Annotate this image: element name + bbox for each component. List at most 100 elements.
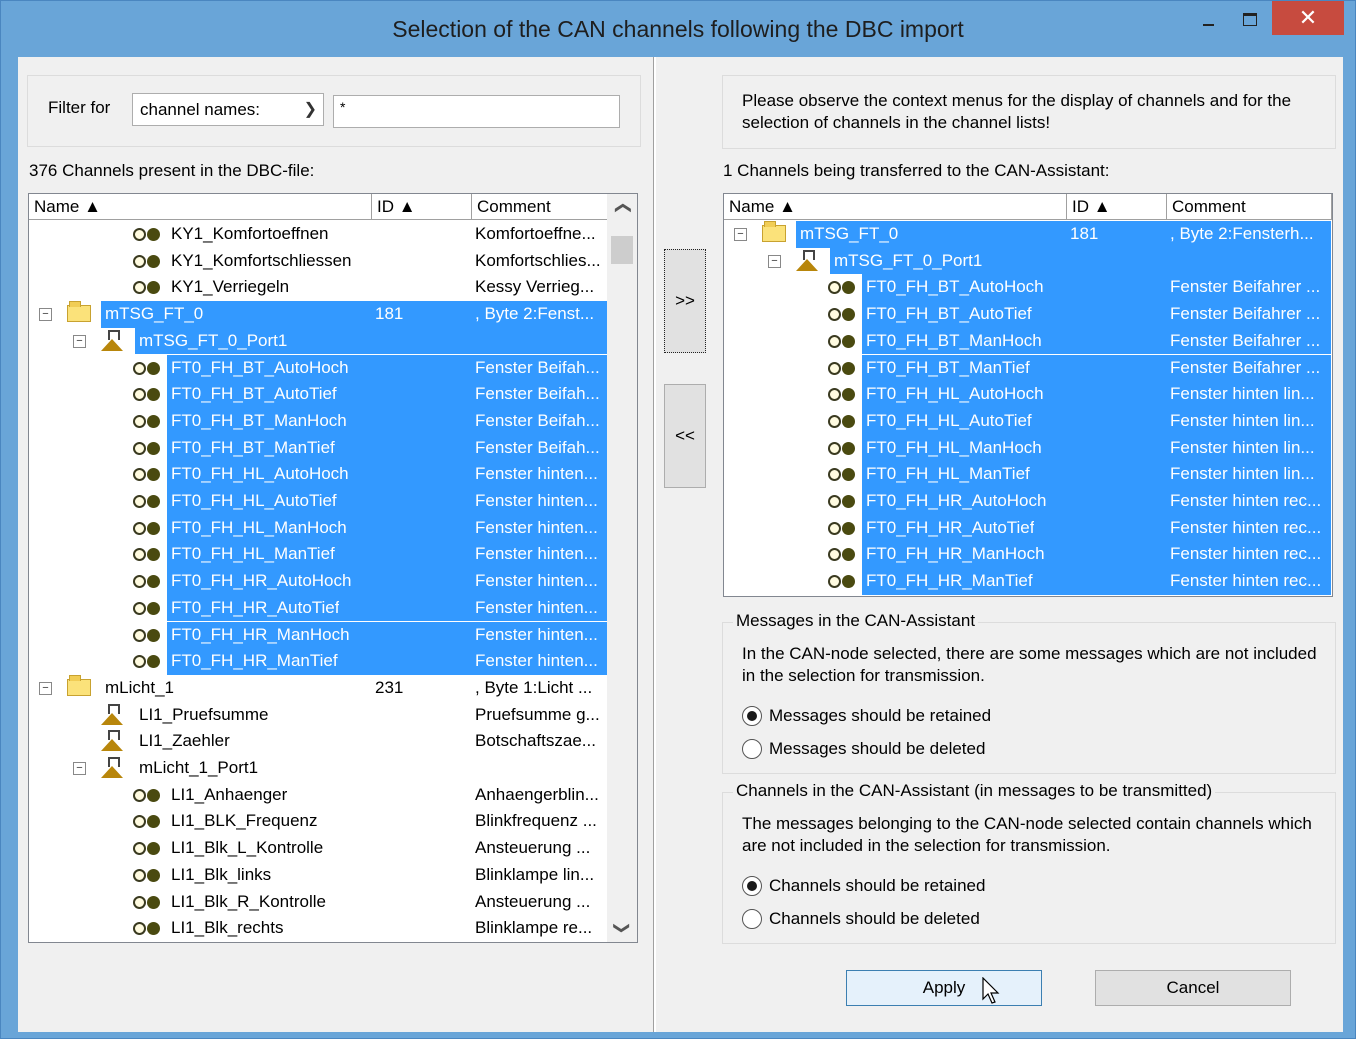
tree-port-row[interactable]: − mTSG_FT_0_Port1 (724, 247, 1331, 275)
tree-message-row[interactable]: − mTSG_FT_0 181 , Byte 2:Fensterh... (724, 221, 1331, 248)
filter-label: Filter for (48, 98, 111, 117)
tree-port-row[interactable]: − mLicht_1_Port1 (29, 755, 607, 782)
messages-retain-radio[interactable] (742, 706, 762, 726)
column-header-id[interactable]: ID ▲ (372, 194, 472, 220)
row-name: FT0_FH_HR_AutoTief (866, 517, 1035, 537)
tree-channel-row[interactable]: FT0_FH_HR_AutoTief Fenster hinten... (29, 594, 608, 622)
scroll-up-icon[interactable]: ❯ (612, 194, 632, 223)
tree-channel-row[interactable]: FT0_FH_BT_AutoTief Fenster Beifahrer ... (724, 301, 1331, 328)
tree-channel-row[interactable]: FT0_FH_HR_AutoHoch Fenster hinten... (29, 568, 608, 595)
column-header-name[interactable]: Name ▲ (29, 194, 372, 220)
tree-channel-row[interactable]: FT0_FH_HL_ManTief Fenster hinten... (29, 541, 608, 569)
channel-signal-icon (828, 388, 855, 402)
channel-signal-icon (828, 441, 855, 456)
tree-channel-row[interactable]: FT0_FH_BT_ManTief Fenster Beifah... (29, 434, 608, 462)
tree-channel-row[interactable]: FT0_FH_BT_AutoHoch Fenster Beifah... (29, 354, 608, 382)
left-list-scrollbar[interactable]: ❯ ❯ (607, 194, 637, 942)
channels-retain-label[interactable]: Channels should be retained (769, 876, 985, 896)
row-name: LI1_Blk_rechts (171, 918, 284, 938)
channel-signal-icon (133, 468, 160, 482)
messages-group: Messages in the CAN-Assistant In the CAN… (722, 611, 1336, 774)
filter-type-combo[interactable]: channel names: ❯ (132, 93, 324, 126)
messages-delete-label[interactable]: Messages should be deleted (769, 739, 985, 759)
tree-channel-row[interactable]: FT0_FH_BT_ManHoch Fenster Beifahrer ... (724, 327, 1331, 355)
tree-port-row[interactable]: LI1_Pruefsumme Pruefsumme g... (29, 702, 607, 729)
messages-retain-label[interactable]: Messages should be retained (769, 706, 991, 726)
minimize-button[interactable] (1189, 1, 1229, 35)
collapse-toggle-icon[interactable]: − (39, 308, 52, 322)
add-channels-button[interactable]: >> (664, 249, 706, 353)
collapse-toggle-icon[interactable]: − (768, 254, 781, 268)
row-comment: Fenster Beifah... (475, 410, 600, 430)
row-name: FT0_FH_BT_ManHoch (171, 410, 347, 430)
tree-channel-row[interactable]: FT0_FH_HL_AutoTief Fenster hinten lin... (724, 407, 1331, 435)
column-header-name[interactable]: Name ▲ (724, 194, 1067, 220)
scroll-down-icon[interactable]: ❯ (612, 913, 632, 942)
tree-channel-row[interactable]: KY1_Komfortschliessen Komfortschlies... (29, 248, 607, 275)
collapse-toggle-icon[interactable]: − (73, 762, 86, 775)
remove-channels-button[interactable]: << (664, 384, 706, 488)
collapse-toggle-icon[interactable]: − (39, 681, 52, 695)
tree-channel-row[interactable]: FT0_FH_HR_ManTief Fenster hinten... (29, 648, 608, 675)
collapse-toggle-icon[interactable]: − (73, 334, 86, 348)
row-name: FT0_FH_HR_ManHoch (866, 544, 1045, 564)
available-channels-list[interactable]: Name ▲ ID ▲ Comment KY1_Komfortoeffnen Ko… (28, 193, 638, 943)
channels-delete-radio[interactable] (742, 909, 762, 929)
tree-channel-row[interactable]: FT0_FH_BT_ManHoch Fenster Beifah... (29, 407, 608, 435)
close-button[interactable]: ✕ (1272, 1, 1344, 35)
tree-channel-row[interactable]: LI1_Blk_links Blinklampe lin... (29, 862, 607, 889)
channel-signal-icon (828, 468, 855, 482)
column-header-id[interactable]: ID ▲ (1067, 194, 1167, 220)
row-comment: Fenster hinten lin... (1170, 384, 1315, 404)
tree-channel-row[interactable]: FT0_FH_HL_AutoHoch Fenster hinten... (29, 461, 608, 488)
tree-channel-row[interactable]: FT0_FH_HL_ManTief Fenster hinten lin... (724, 461, 1331, 488)
tree-channel-row[interactable]: FT0_FH_HR_ManHoch Fenster hinten... (29, 621, 608, 649)
row-name: FT0_FH_HR_ManTief (171, 651, 338, 671)
column-header-comment[interactable]: Comment (1167, 194, 1332, 220)
tree-port-row[interactable]: LI1_Zaehler Botschaftszae... (29, 728, 607, 755)
messages-delete-radio[interactable] (742, 739, 762, 759)
tree-channel-row[interactable]: LI1_Blk_R_Kontrolle Ansteuerung ... (29, 889, 607, 916)
tree-channel-row[interactable]: LI1_Blk_rechts Blinklampe re... (29, 915, 607, 942)
tree-port-row[interactable]: − mTSG_FT_0_Port1 (29, 327, 608, 355)
maximize-button[interactable] (1231, 1, 1271, 35)
tree-channel-row[interactable]: LI1_Anhaenger Anhaengerblin... (29, 782, 607, 809)
messages-group-text: In the CAN-node selected, there are some… (742, 644, 1317, 685)
title-bar[interactable]: Selection of the CAN channels following … (1, 1, 1355, 58)
tree-channel-row[interactable]: FT0_FH_BT_ManTief Fenster Beifahrer ... (724, 354, 1331, 382)
cancel-button[interactable]: Cancel (1095, 970, 1291, 1006)
tree-channel-row[interactable]: KY1_Verriegeln Kessy Verrieg... (29, 274, 607, 301)
tree-channel-row[interactable]: FT0_FH_HL_AutoTief Fenster hinten... (29, 488, 608, 515)
tree-channel-row[interactable]: KY1_Komfortoeffnen Komfortoeffne... (29, 221, 607, 248)
tree-channel-row[interactable]: FT0_FH_HL_AutoHoch Fenster hinten lin... (724, 381, 1331, 408)
transfer-channels-list[interactable]: Name ▲ ID ▲ Comment − mTSG_FT_0 181 , Byte … (723, 193, 1333, 597)
tree-channel-row[interactable]: LI1_Blk_L_Kontrolle Ansteuerung ... (29, 835, 607, 862)
tree-message-row[interactable]: − mLicht_1 231 , Byte 1:Licht ... (29, 674, 607, 702)
filter-input[interactable]: * (333, 95, 620, 128)
tree-channel-row[interactable]: FT0_FH_HR_ManTief Fenster hinten rec... (724, 568, 1331, 595)
channel-signal-icon (133, 441, 160, 456)
channel-signal-icon (828, 361, 855, 376)
tree-channel-row[interactable]: FT0_FH_HR_AutoHoch Fenster hinten rec... (724, 488, 1331, 515)
row-comment: Fenster hinten rec... (1170, 544, 1322, 564)
tree-channel-row[interactable]: FT0_FH_HL_ManHoch Fenster hinten... (29, 514, 608, 542)
close-icon: ✕ (1298, 5, 1318, 30)
row-comment: Fenster Beifahrer ... (1170, 277, 1321, 297)
column-header-comment[interactable]: Comment (472, 194, 608, 220)
tree-channel-row[interactable]: FT0_FH_HR_AutoTief Fenster hinten rec... (724, 514, 1331, 542)
apply-button[interactable]: Apply (846, 970, 1042, 1006)
row-name: mTSG_FT_0 (800, 224, 899, 243)
channel-signal-icon (133, 868, 160, 883)
channel-signal-icon (133, 388, 160, 402)
tree-channel-row[interactable]: LI1_BLK_Frequenz Blinkfrequenz ... (29, 808, 607, 835)
tree-channel-row[interactable]: FT0_FH_BT_AutoTief Fenster Beifah... (29, 381, 608, 408)
tree-message-row[interactable]: − mTSG_FT_0 181 , Byte 2:Fenst... (29, 301, 608, 328)
channels-delete-label[interactable]: Channels should be deleted (769, 909, 980, 929)
channels-retain-radio[interactable] (742, 876, 762, 896)
collapse-toggle-icon[interactable]: − (734, 228, 747, 241)
tree-channel-row[interactable]: FT0_FH_BT_AutoHoch Fenster Beifahrer ... (724, 274, 1331, 302)
tree-channel-row[interactable]: FT0_FH_HL_ManHoch Fenster hinten lin... (724, 434, 1331, 462)
row-name: FT0_FH_HL_ManTief (866, 464, 1030, 484)
tree-channel-row[interactable]: FT0_FH_HR_ManHoch Fenster hinten rec... (724, 541, 1331, 569)
scroll-thumb[interactable] (611, 236, 633, 264)
